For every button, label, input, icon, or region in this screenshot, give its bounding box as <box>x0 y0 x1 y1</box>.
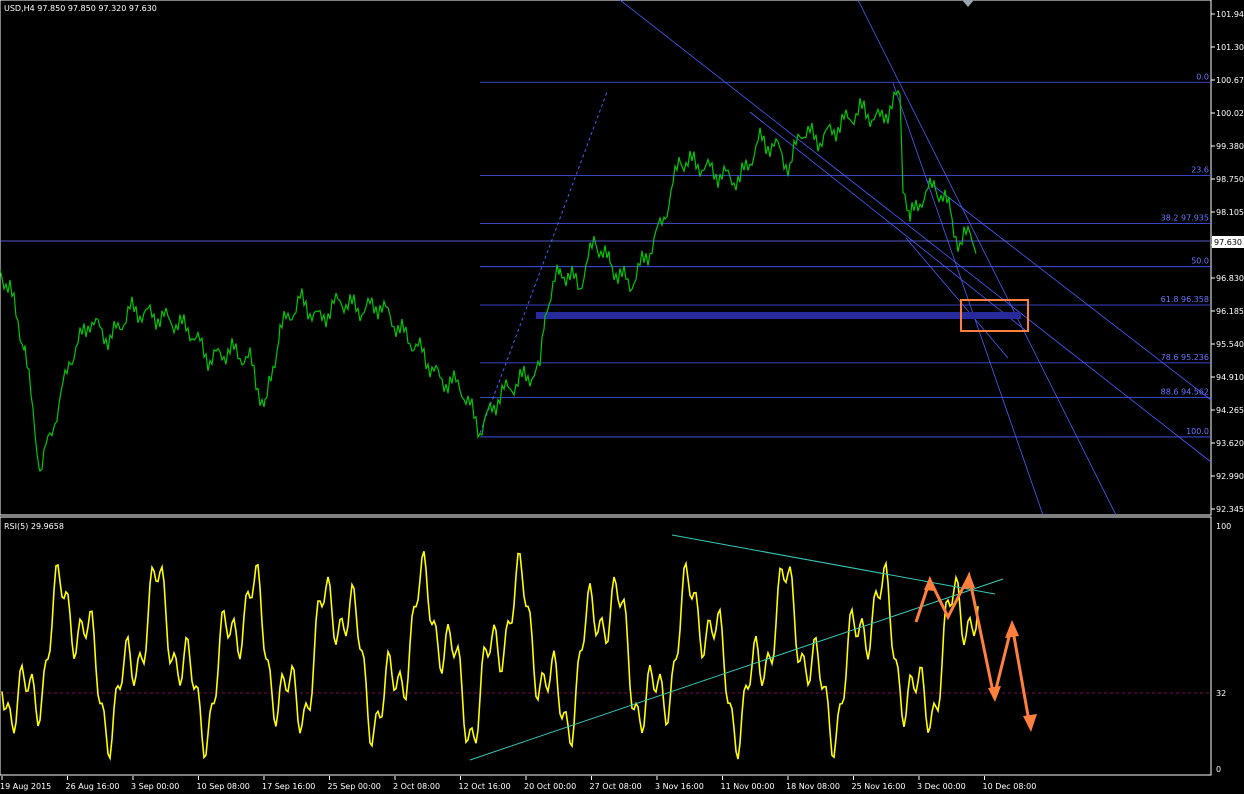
rsi-panel[interactable]: RSI(5) 29.9658 100 32 0 <box>0 516 1231 776</box>
price-tick-label: 100.025 <box>1216 109 1244 118</box>
support-zone <box>536 312 1021 319</box>
fib-level-label: 61.8 96.358 <box>1161 295 1209 304</box>
time-tick-label: 20 Oct 00:00 <box>524 782 576 791</box>
price-tick-label: 92.345 <box>1216 505 1244 514</box>
time-tick-label: 25 Nov 16:00 <box>852 782 906 791</box>
time-tick-label: 10 Dec 08:00 <box>983 782 1037 791</box>
time-tick-label: 12 Oct 16:00 <box>459 782 511 791</box>
time-tick-label: 3 Nov 16:00 <box>655 782 704 791</box>
fib-level-label: 38.2 97.935 <box>1161 214 1209 223</box>
price-tick-label: 98.105 <box>1216 208 1244 217</box>
price-tick-label: 101.305 <box>1216 43 1244 52</box>
time-axis: 19 Aug 2015 26 Aug 16:00 3 Sep 00:00 10 Sep… <box>0 776 1036 791</box>
time-tick-label: 17 Sep 16:00 <box>262 782 315 791</box>
time-tick-label: 19 Aug 2015 <box>0 782 51 791</box>
rsi-panel-frame <box>0 516 1212 776</box>
time-tick-label: 2 Oct 08:00 <box>393 782 440 791</box>
price-tick-label: 100.675 <box>1216 76 1244 85</box>
fib-level-label: 50.0 <box>1191 257 1209 266</box>
price-tick-label: 101.940 <box>1216 10 1244 19</box>
time-tick-label: 11 Nov 00:00 <box>721 782 775 791</box>
rsi-axis-top: 100 <box>1216 522 1231 531</box>
time-tick-label: 27 Oct 08:00 <box>590 782 642 791</box>
price-header: USD,H4 97.850 97.850 97.320 97.630 <box>4 4 157 13</box>
time-tick-label: 10 Sep 08:00 <box>197 782 250 791</box>
price-tick-label: 95.540 <box>1216 340 1244 349</box>
fib-level-label: 88.6 94.562 <box>1161 388 1209 397</box>
time-tick-label: 3 Dec 00:00 <box>917 782 966 791</box>
rsi-axis-level: 32 <box>1216 689 1226 698</box>
price-tick-label: 94.910 <box>1216 373 1244 382</box>
price-panel-frame <box>0 0 1212 516</box>
price-tick-label: 98.750 <box>1216 175 1244 184</box>
trading-chart[interactable]: USD,H4 97.850 97.850 97.320 97.630 0.0 23… <box>0 0 1244 794</box>
fib-level-label: 0.0 <box>1196 72 1209 81</box>
time-tick-label: 25 Sep 00:00 <box>328 782 381 791</box>
fib-level-label: 100.0 <box>1186 427 1209 436</box>
price-tick-label: 96.830 <box>1216 274 1244 283</box>
time-tick-label: 18 Nov 08:00 <box>786 782 840 791</box>
price-tick-label: 93.620 <box>1216 439 1244 448</box>
rsi-header: RSI(5) 29.9658 <box>4 522 64 531</box>
price-tick-label: 96.185 <box>1216 307 1244 316</box>
price-tick-label: 99.380 <box>1216 142 1244 151</box>
rsi-axis-bottom: 0 <box>1216 765 1221 774</box>
time-tick-label: 26 Aug 16:00 <box>66 782 120 791</box>
fib-level-label: 78.6 95.236 <box>1161 353 1209 362</box>
current-price-value: 97.630 <box>1214 238 1242 247</box>
price-panel[interactable]: USD,H4 97.850 97.850 97.320 97.630 0.0 23… <box>0 0 1244 516</box>
price-tick-label: 94.265 <box>1216 406 1244 415</box>
price-tick-label: 92.990 <box>1216 472 1244 481</box>
time-tick-label: 3 Sep 00:00 <box>131 782 179 791</box>
price-axis: 101.940 101.305 100.675 100.025 99.380 98.750… <box>1211 10 1244 514</box>
fib-level-label: 23.6 <box>1191 165 1209 174</box>
